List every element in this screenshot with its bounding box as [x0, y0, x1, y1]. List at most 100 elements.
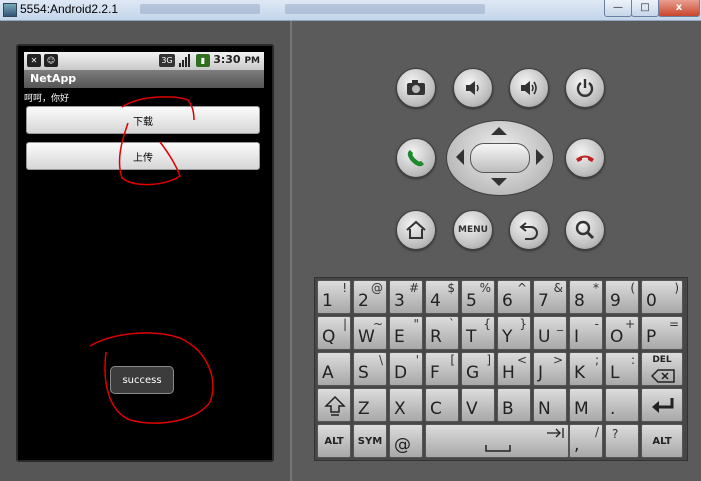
delete-key-label: DEL [652, 355, 672, 365]
alt-key-left[interactable]: ALT [317, 424, 351, 458]
dpad-right-icon[interactable] [535, 148, 545, 166]
dpad-up-icon[interactable] [489, 126, 509, 136]
key-period[interactable]: . [605, 388, 639, 422]
volume-down-button[interactable] [453, 68, 493, 108]
key-alt-label: - [594, 317, 599, 331]
phone-red-icon [576, 155, 594, 162]
key-main-label: 6 [502, 291, 513, 311]
power-button[interactable] [565, 68, 605, 108]
key-alt-label: = [668, 317, 679, 331]
key-alt-label: % [479, 281, 491, 295]
back-arrow-icon [519, 222, 538, 240]
key-j[interactable]: J > [533, 352, 567, 386]
dpad-center-button[interactable] [470, 143, 530, 173]
key-alt-label: / [594, 425, 599, 439]
space-key[interactable] [425, 424, 569, 458]
key-x[interactable]: X [389, 388, 423, 422]
key-p[interactable]: P = [641, 316, 683, 350]
key-w[interactable]: W ~ [353, 316, 387, 350]
key-3[interactable]: 3 # [389, 280, 423, 314]
home-icon [406, 220, 426, 239]
back-button[interactable] [509, 210, 549, 250]
camera-icon [407, 80, 425, 95]
key-main-label: @ [394, 435, 411, 455]
call-button[interactable] [396, 138, 436, 178]
key-a[interactable]: A [317, 352, 351, 386]
search-icon [575, 220, 595, 240]
key-main-label: L [610, 363, 620, 383]
key-d[interactable]: D ' [389, 352, 423, 386]
key-0[interactable]: 0) [641, 280, 683, 314]
key-o[interactable]: O + [605, 316, 639, 350]
sym-key[interactable]: SYM [353, 424, 387, 458]
key-main-label: , [574, 435, 580, 455]
key-2[interactable]: 2 @ [353, 280, 387, 314]
phone-green-icon [407, 150, 424, 167]
key-k[interactable]: K; [569, 352, 603, 386]
key-c[interactable]: C [425, 388, 459, 422]
key-alt-label: | [342, 317, 347, 331]
key-b[interactable]: B [497, 388, 531, 422]
key-main-label: F [430, 363, 440, 383]
key-main-label: 7 [538, 291, 549, 311]
key-alt-label: * [593, 281, 599, 295]
key-main-label: S [358, 363, 369, 383]
space-icon [485, 445, 511, 452]
key-h[interactable]: H < [497, 352, 531, 386]
key-main-label: V [466, 399, 478, 419]
key-alt-label: ` [449, 317, 455, 331]
key-alt-label: > [552, 353, 563, 367]
key-9[interactable]: 9( [605, 280, 639, 314]
key-f[interactable]: F[ [425, 352, 459, 386]
key-1[interactable]: 1! [317, 280, 351, 314]
end-call-button[interactable] [565, 138, 605, 178]
key-question[interactable]: ? [605, 424, 639, 458]
sym-key-label: SYM [357, 435, 383, 447]
key-u[interactable]: U _ [533, 316, 567, 350]
key-alt-label: $ [447, 281, 455, 295]
key-g[interactable]: G] [461, 352, 495, 386]
key-4[interactable]: 4 $ [425, 280, 459, 314]
key-alt-label: ~ [372, 317, 383, 331]
camera-button[interactable] [396, 68, 436, 108]
volume-up-icon [521, 81, 537, 95]
alt-key-right[interactable]: ALT [641, 424, 683, 458]
key-alt-label: ( [630, 281, 635, 295]
dpad-down-icon[interactable] [489, 177, 509, 187]
key-alt-label: @ [371, 281, 383, 295]
key-main-label: . [610, 399, 616, 419]
key-main-label: Y [502, 327, 513, 347]
key-r[interactable]: R ` [425, 316, 459, 350]
delete-key[interactable]: DEL [641, 352, 683, 386]
enter-key[interactable] [641, 388, 683, 422]
search-button[interactable] [565, 210, 605, 250]
key-z[interactable]: Z [353, 388, 387, 422]
key-e[interactable]: E " [389, 316, 423, 350]
home-button[interactable] [396, 210, 436, 250]
key-main-label: W [358, 327, 375, 347]
key-8[interactable]: 8 * [569, 280, 603, 314]
key-m[interactable]: M [569, 388, 603, 422]
key-l[interactable]: L: [605, 352, 639, 386]
key-y[interactable]: Y} [497, 316, 531, 350]
key-slash[interactable]: , / [569, 424, 603, 458]
key-i[interactable]: I- [569, 316, 603, 350]
key-7[interactable]: 7 & [533, 280, 567, 314]
key-main-label: M [574, 399, 589, 419]
menu-button[interactable]: MENU [453, 210, 493, 250]
shift-key[interactable] [317, 388, 351, 422]
dpad-left-icon[interactable] [455, 148, 465, 166]
key-q[interactable]: Q | [317, 316, 351, 350]
power-icon [576, 79, 594, 97]
key-s[interactable]: S \ [353, 352, 387, 386]
key-n[interactable]: N [533, 388, 567, 422]
key-5[interactable]: 5% [461, 280, 495, 314]
key-t[interactable]: T{ [461, 316, 495, 350]
key-at[interactable]: @ [389, 424, 423, 458]
key-main-label: 0 [646, 291, 657, 311]
key-6[interactable]: 6 ^ [497, 280, 531, 314]
volume-up-button[interactable] [509, 68, 549, 108]
key-alt-label: ! [342, 281, 347, 295]
key-main-label: C [430, 399, 442, 419]
key-v[interactable]: V [461, 388, 495, 422]
